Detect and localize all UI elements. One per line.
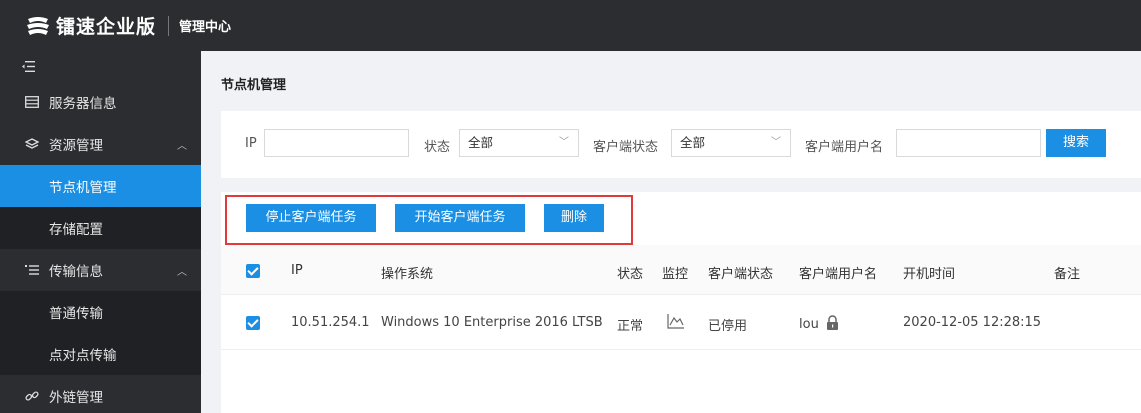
col-monitor[interactable]: 监控: [662, 263, 688, 282]
ip-input[interactable]: [264, 129, 409, 157]
cell-status: 正常: [617, 319, 644, 334]
client-status-select-value: 全部: [680, 135, 706, 150]
delete-button[interactable]: 删除: [544, 204, 604, 232]
table-row[interactable]: 10.51.254.1 Windows 10 Enterprise 2016 L…: [221, 295, 1141, 350]
select-all-checkbox[interactable]: [246, 264, 260, 278]
lock-icon[interactable]: [826, 315, 839, 330]
node-table-card: 停止客户端任务 开始客户端任务 删除 IP 操作系统 状态 监控 客户端状态 客…: [221, 192, 1141, 413]
cell-os: Windows 10 Enterprise 2016 LTSB: [381, 315, 603, 330]
status-select[interactable]: 全部 ﹀: [459, 129, 579, 157]
sidebar-item-label: 传输信息: [49, 264, 103, 280]
header-title: 管理中心: [179, 20, 232, 35]
chevron-up-icon: ︿: [177, 267, 187, 278]
row-checkbox[interactable]: [246, 316, 260, 330]
sidebar-subitem-p2p-transfer[interactable]: 点对点传输: [0, 333, 201, 375]
cell-client-status: 已停用: [708, 319, 748, 334]
page-title: 节点机管理: [221, 78, 287, 93]
start-client-task-button[interactable]: 开始客户端任务: [395, 204, 525, 232]
sidebar-item-transfer-info[interactable]: 传输信息 ︿: [0, 249, 201, 291]
cell-client-user: lou: [799, 315, 839, 332]
client-status-label: 客户端状态: [593, 140, 659, 155]
chevron-up-icon: ︿: [177, 141, 187, 152]
sidebar-toggle[interactable]: [0, 51, 201, 81]
sidebar-item-label: 服务器信息: [49, 96, 117, 112]
client-user-input[interactable]: [896, 129, 1041, 157]
server-icon: [24, 94, 40, 110]
sidebar-item-link-management[interactable]: 外链管理: [0, 375, 201, 413]
client-status-select[interactable]: 全部 ﹀: [671, 129, 791, 157]
filter-bar: IP 状态 全部 ﹀ 客户端状态 全部 ﹀ 客户端用户名 搜索: [221, 111, 1141, 178]
chevron-down-icon: ﹀: [559, 137, 569, 148]
layers-icon: [24, 136, 40, 152]
sidebar-item-resource-management[interactable]: 资源管理 ︿: [0, 123, 201, 165]
table-header: IP 操作系统 状态 监控 客户端状态 客户端用户名 开机时间 备注: [221, 245, 1141, 295]
link-icon: [24, 388, 40, 404]
main-content: 节点机管理 IP 状态 全部 ﹀ 客户端状态 全部 ﹀ 客户端用户名 搜索 停止…: [201, 51, 1141, 413]
sidebar-item-label: 资源管理: [49, 138, 103, 154]
brand-logo-icon: [27, 16, 49, 35]
sidebar-subitem-node-management[interactable]: 节点机管理: [0, 165, 201, 207]
chart-line-icon[interactable]: [667, 313, 685, 333]
sidebar: 服务器信息 资源管理 ︿ 节点机管理 存储配置 传输信息 ︿ 普通传输 点对点传…: [0, 51, 201, 413]
cell-ip: 10.51.254.1: [291, 315, 370, 330]
brand-name: 镭速企业版: [56, 16, 157, 38]
col-status[interactable]: 状态: [617, 263, 643, 282]
col-note[interactable]: 备注: [1054, 263, 1080, 282]
top-bar: 镭速企业版 管理中心: [0, 0, 1141, 51]
brand-logo[interactable]: 镭速企业版: [26, 12, 156, 39]
col-ip[interactable]: IP: [291, 263, 303, 278]
stop-client-task-button[interactable]: 停止客户端任务: [246, 204, 376, 232]
col-boot-time[interactable]: 开机时间: [903, 263, 955, 282]
col-client-user[interactable]: 客户端用户名: [799, 263, 877, 282]
search-button[interactable]: 搜索: [1046, 129, 1106, 157]
status-select-value: 全部: [468, 135, 494, 150]
cell-boot-time: 2020-12-05 12:28:15: [903, 315, 1042, 330]
status-label: 状态: [424, 140, 451, 155]
sidebar-subitem-normal-transfer[interactable]: 普通传输: [0, 291, 201, 333]
ip-label: IP: [245, 136, 257, 151]
header-divider: [168, 15, 170, 36]
sidebar-item-label: 外链管理: [49, 390, 103, 406]
chevron-down-icon: ﹀: [771, 137, 781, 148]
list-icon: [24, 262, 40, 278]
cell-client-user-text: lou: [799, 317, 819, 332]
menu-fold-icon: [22, 60, 35, 72]
sidebar-item-server-info[interactable]: 服务器信息: [0, 81, 201, 123]
sidebar-subitem-storage-config[interactable]: 存储配置: [0, 207, 201, 249]
col-os[interactable]: 操作系统: [381, 263, 433, 282]
client-user-label: 客户端用户名: [805, 140, 884, 155]
col-client-status[interactable]: 客户端状态: [708, 263, 773, 282]
